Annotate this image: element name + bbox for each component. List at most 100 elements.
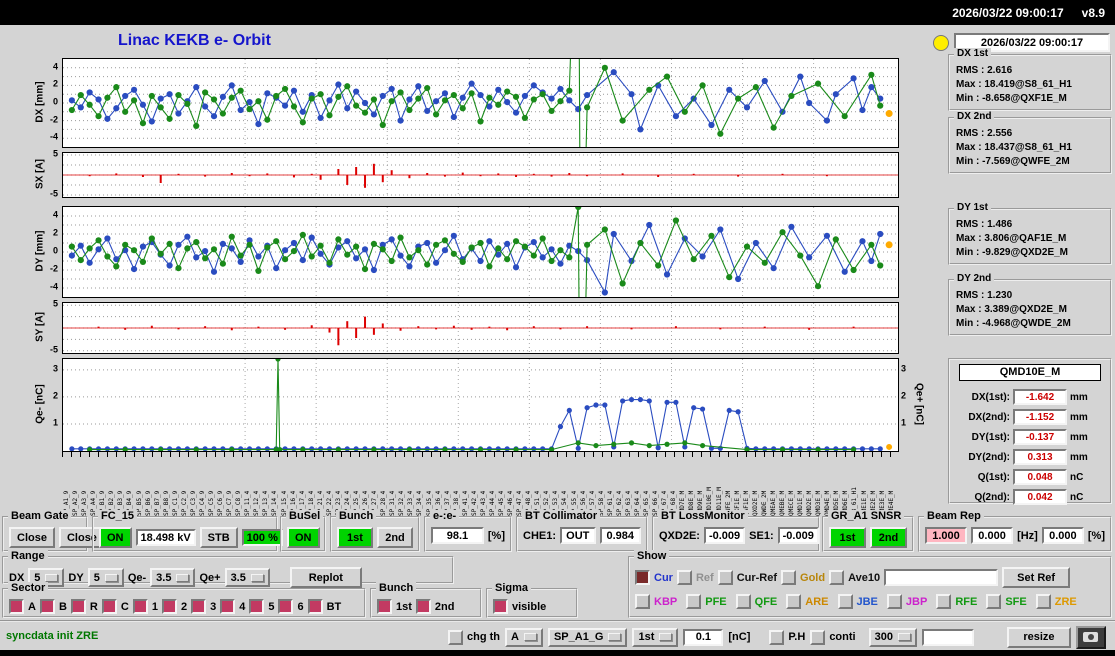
sync-status-message: syncdata init ZRE (6, 630, 99, 642)
zre-checkbox[interactable]: ZRE (1035, 594, 1077, 609)
item-label: [%] (1087, 529, 1105, 542)
text-input[interactable] (921, 628, 974, 646)
dx-y-tick-label: -4 (49, 131, 58, 142)
bt-checkbox[interactable]: BT (307, 599, 341, 614)
x-axis-label: SP_42_4 (470, 490, 478, 516)
on-button[interactable]: ON (287, 527, 320, 548)
3-checkbox[interactable]: 3 (191, 599, 216, 614)
visible-checkbox[interactable]: visible (493, 599, 546, 614)
resize-button[interactable]: resize (1006, 626, 1071, 648)
qfe-checkbox[interactable]: QFE (735, 594, 778, 609)
bt-collimator-group-items: CHE1: OUT 0.984 (518, 518, 646, 547)
2nd-button[interactable]: 2nd (870, 527, 907, 548)
2-checkbox[interactable]: 2 (161, 599, 187, 614)
1st-checkbox[interactable]: 1st (377, 599, 412, 614)
jbp-checkbox[interactable]: JBP (886, 594, 927, 609)
6-checkbox[interactable]: 6 (278, 599, 304, 614)
5-dropdown[interactable]: 5 (87, 568, 124, 587)
heartbeat-indicator-icon (933, 35, 949, 51)
x-axis-label: SP_46_4 (507, 490, 515, 516)
0-1-readout-field: 0.1 (683, 628, 724, 646)
cur-checkbox-label: Cur (654, 571, 673, 584)
0-000-readout-field: 0.000 (1041, 527, 1084, 544)
x-axis-label: SP_A2_9 (72, 490, 80, 516)
dx-2nd-min: Min : -7.569@QWFE_2M (956, 156, 1070, 167)
x-axis-label: SP_43_4 (479, 490, 487, 516)
statusbar-controls: chg th A SP_A1_G 1st 0.1 [nC] P.H conti 300 resiz… (448, 625, 1111, 649)
checkbox-icon (415, 599, 431, 614)
3-5-dropdown[interactable]: 3.5 (224, 568, 270, 587)
1st-dropdown[interactable]: 1st (632, 627, 679, 647)
beam-gate-group: Beam Gate Close Close (2, 510, 105, 552)
b-checkbox[interactable]: B (39, 599, 67, 614)
x-axis-label: SP_45_4 (498, 490, 505, 516)
jbe-checkbox[interactable]: JBE (837, 594, 878, 609)
page-title: Linac KEKB e- Orbit (118, 32, 271, 49)
x-axis-label: QMD1E_M (797, 490, 805, 516)
c-checkbox[interactable]: C (101, 599, 129, 614)
1-000-readout-field: 1.000 (925, 527, 968, 544)
plot-sx: SX [A] 5 -5 (35, 149, 899, 199)
1st-button[interactable]: 1st (337, 527, 373, 548)
r-checkbox[interactable]: R (70, 599, 98, 614)
e-e-group: e-:e- 98.1 [%] (424, 510, 512, 552)
text-input[interactable] (884, 569, 999, 586)
checkbox-icon (786, 594, 802, 609)
a-checkbox[interactable]: A (9, 599, 36, 614)
2nd-button[interactable]: 2nd (377, 527, 413, 548)
2nd-checkbox[interactable]: 2nd (415, 599, 454, 614)
x-axis-label: SP_63_4 (624, 490, 632, 516)
qe-right-tick-label: 1 (901, 417, 907, 428)
5-checkbox[interactable]: 5 (249, 599, 274, 614)
unit-label: nC (1070, 491, 1084, 503)
gold-checkbox[interactable]: Gold (781, 570, 825, 585)
gr-a1-snsr-group-items: 1st 2nd (824, 518, 912, 551)
x-axis-label: QMEAE_M (769, 490, 777, 516)
4-checkbox[interactable]: 4 (220, 599, 245, 614)
sp-a1-g-dropdown[interactable]: SP_A1_G (547, 627, 628, 647)
1st-button[interactable]: 1st (829, 527, 866, 548)
ave10-checkbox-label: Ave10 (848, 571, 881, 584)
replot-button[interactable]: Replot (289, 567, 362, 588)
screenshot-button[interactable] (1075, 625, 1106, 649)
300-dropdown[interactable]: 300 (868, 627, 917, 647)
ref-checkbox[interactable]: Ref (676, 570, 714, 585)
x-axis-label: SP_38_4 (452, 490, 460, 516)
on-button[interactable]: ON (99, 527, 132, 548)
cur-checkbox[interactable]: Cur (635, 570, 673, 585)
pfe-checkbox[interactable]: PFE (686, 594, 727, 609)
sfe-checkbox[interactable]: SFE (986, 594, 1027, 609)
x-axis-label: SP_B6_9 (144, 490, 152, 516)
menu-indicator-icon (104, 573, 118, 582)
qfe-checkbox-label: QFE (754, 595, 778, 608)
3-5-dropdown[interactable]: 3.5 (150, 568, 196, 587)
checkbox-icon (9, 599, 24, 614)
x-axis-label: SP_21_4 (316, 490, 324, 516)
conti-checkbox[interactable]: conti (810, 629, 856, 645)
rfe-checkbox[interactable]: RFE (936, 594, 977, 609)
application-window: 2026/03/22 09:00:17 v8.9 Linac KEKB e- O… (0, 0, 1115, 656)
gold-checkbox-label: Gold (800, 571, 826, 584)
x-axis-label: SP_A1_9 (63, 490, 70, 516)
x-axis-label: SP_47_4 (516, 490, 524, 516)
set-ref-button[interactable]: Set Ref (1002, 567, 1071, 588)
chg-th-checkbox[interactable]: chg th (448, 629, 500, 645)
qe-chart-canvas (62, 358, 899, 452)
dy-1st-max: Max : 3.806@QAF1E_M (956, 233, 1067, 244)
1-checkbox[interactable]: 1 (132, 599, 158, 614)
kbp-checkbox[interactable]: KBP (635, 594, 677, 609)
monitor-row: DX(2nd): -1.152 mm (954, 409, 1106, 425)
close-button[interactable]: Close (9, 527, 55, 548)
p-h-checkbox[interactable]: P.H (769, 629, 805, 645)
x-axis-label: SP_B1_9 (99, 490, 107, 516)
ave10-checkbox[interactable]: Ave10 (829, 570, 880, 585)
dy-y-tick-label: 2 (52, 227, 58, 238)
are-checkbox[interactable]: ARE (786, 594, 829, 609)
a-dropdown[interactable]: A (505, 627, 543, 647)
plot-sy: SY [A] 5 -5 (35, 299, 899, 354)
3-5-option-value: 3.5 (156, 571, 172, 584)
stb-button[interactable]: STB (199, 527, 238, 548)
dx-1st-value-field: -1.642 (1013, 389, 1067, 405)
x-axis-label: SP_18_4 (307, 490, 315, 516)
cur-ref-checkbox[interactable]: Cur-Ref (717, 570, 777, 585)
